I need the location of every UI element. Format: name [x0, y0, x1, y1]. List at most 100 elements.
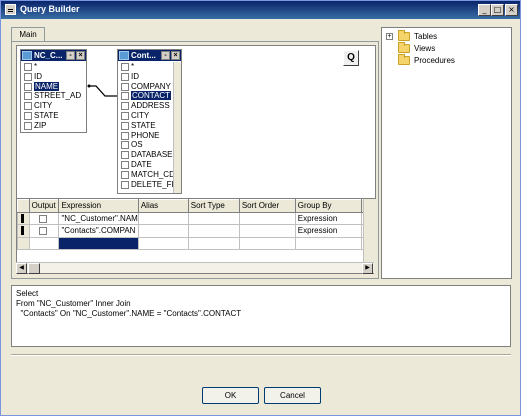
field-checkbox[interactable] [24, 121, 32, 130]
field-checkbox[interactable] [121, 151, 129, 160]
grid-horizontal-scrollbar[interactable]: ◀ ▶ [16, 262, 374, 274]
table-window-title[interactable]: NC_C... - × [21, 50, 86, 61]
ok-button[interactable]: OK [202, 387, 259, 404]
field-checkbox[interactable] [121, 141, 129, 150]
table-minimize-icon[interactable]: - [161, 51, 170, 60]
field-item[interactable]: MATCH_CD [119, 170, 173, 180]
field-item[interactable]: STATE [22, 111, 86, 121]
field-checkbox[interactable] [24, 72, 32, 81]
expression-cell-active[interactable] [58, 236, 139, 250]
field-item[interactable]: ID [22, 72, 86, 82]
field-checkbox[interactable] [121, 160, 129, 169]
sort-order-cell[interactable] [238, 211, 296, 225]
field-item[interactable]: DATE [119, 160, 173, 170]
maximize-button[interactable]: □ [491, 4, 504, 16]
field-checkbox[interactable] [24, 63, 32, 71]
field-item[interactable]: ADDRESS [119, 101, 173, 111]
table-vertical-scrollbar[interactable] [173, 62, 181, 193]
field-item[interactable]: STREET_AD [22, 91, 86, 101]
col-header-expression[interactable]: Expression [58, 199, 139, 213]
output-checkbox[interactable] [38, 214, 47, 223]
close-button[interactable]: × [505, 4, 518, 16]
sort-type-cell[interactable] [187, 236, 240, 250]
expression-cell[interactable]: "NC_Customer".NAM [58, 211, 139, 225]
field-checkbox[interactable] [121, 63, 129, 71]
table-close-icon[interactable]: × [76, 51, 85, 60]
col-header-sort-type[interactable]: Sort Type [187, 199, 240, 213]
expand-icon[interactable]: + [386, 33, 393, 40]
field-item[interactable]: DELETE_FL( [119, 180, 173, 190]
output-cell[interactable] [28, 211, 60, 225]
field-checkbox[interactable] [121, 92, 129, 101]
field-item[interactable]: CITY [22, 101, 86, 111]
field-checkbox[interactable] [24, 102, 32, 111]
table-window-title[interactable]: Cont... - × [118, 50, 181, 61]
scroll-left-button[interactable]: ◀ [16, 263, 27, 274]
title-bar[interactable]: Query Builder _ □ × [1, 1, 520, 19]
col-header-alias[interactable]: Alias [137, 199, 189, 213]
alias-cell[interactable] [137, 224, 189, 238]
diagram-pane[interactable]: Q NC_C... - × * ID NAME STREET_AD CITY S… [16, 45, 376, 199]
sql-text-area[interactable]: Select From "NC_Customer" Inner Join "Con… [11, 285, 511, 347]
col-header-sort-order[interactable]: Sort Order [238, 199, 296, 213]
field-item[interactable]: STATE [119, 121, 173, 131]
field-checkbox[interactable] [121, 82, 129, 91]
sort-order-cell[interactable] [238, 224, 296, 238]
field-checkbox[interactable] [121, 170, 129, 179]
field-item[interactable]: PHONE [119, 131, 173, 141]
alias-cell[interactable] [137, 211, 189, 225]
output-checkbox[interactable] [38, 227, 47, 236]
tree-item-tables[interactable]: + Tables [386, 30, 506, 42]
tab-main[interactable]: Main [11, 27, 45, 42]
field-item-selected[interactable]: NAME [22, 81, 86, 92]
field-checkbox[interactable] [121, 131, 129, 140]
group-by-cell[interactable]: Expression [294, 211, 363, 225]
tree-item-procedures[interactable]: Procedures [386, 54, 506, 66]
table-row[interactable]: "Contacts".COMPAN Expression [17, 224, 373, 238]
scroll-right-button[interactable]: ▶ [362, 263, 373, 274]
table-window-contacts[interactable]: Cont... - × * ID COMPANY CONTACT ADDRESS… [117, 49, 182, 194]
grid-vertical-scrollbar[interactable] [363, 199, 374, 263]
cancel-button[interactable]: Cancel [264, 387, 321, 404]
field-item[interactable]: COMPANY [119, 82, 173, 92]
field-checkbox[interactable] [24, 92, 32, 101]
row-header[interactable] [17, 236, 30, 250]
row-header[interactable] [17, 211, 30, 225]
output-cell[interactable] [28, 224, 60, 238]
table-row[interactable]: "NC_Customer".NAM Expression [17, 211, 373, 225]
sort-order-cell[interactable] [238, 236, 296, 250]
col-header-group-by[interactable]: Group By [294, 199, 363, 213]
minimize-button[interactable]: _ [478, 4, 491, 16]
row-header[interactable] [17, 224, 30, 238]
group-by-cell[interactable]: Expression [294, 224, 363, 238]
object-tree[interactable]: + Tables Views Procedures [381, 27, 512, 279]
tree-item-views[interactable]: Views [386, 42, 506, 54]
output-cell[interactable] [28, 236, 60, 250]
table-row-new[interactable] [17, 236, 373, 250]
field-item[interactable]: * [119, 62, 173, 72]
table-minimize-icon[interactable]: - [66, 51, 75, 60]
field-item[interactable]: ID [119, 72, 173, 82]
group-by-cell[interactable] [294, 236, 363, 250]
field-checkbox[interactable] [24, 82, 32, 91]
sort-type-cell[interactable] [187, 224, 240, 238]
field-checkbox[interactable] [121, 180, 129, 189]
field-item[interactable]: OS [119, 140, 173, 150]
alias-cell[interactable] [137, 236, 189, 250]
query-button[interactable]: Q [343, 50, 359, 66]
field-item-selected[interactable]: CONTACT [119, 91, 173, 101]
table-window-nc-customer[interactable]: NC_C... - × * ID NAME STREET_AD CITY STA… [20, 49, 87, 133]
field-item[interactable]: ZIP [22, 121, 86, 131]
field-item[interactable]: CITY [119, 111, 173, 121]
field-item[interactable]: * [22, 62, 86, 72]
field-checkbox[interactable] [121, 102, 129, 111]
expression-cell[interactable]: "Contacts".COMPAN [58, 224, 139, 238]
field-item[interactable]: DATABASE [119, 150, 173, 160]
field-checkbox[interactable] [121, 111, 129, 120]
field-checkbox[interactable] [121, 121, 129, 130]
field-checkbox[interactable] [121, 72, 129, 81]
sort-type-cell[interactable] [187, 211, 240, 225]
scroll-thumb[interactable] [28, 263, 40, 274]
table-close-icon[interactable]: × [171, 51, 180, 60]
col-header-output[interactable]: Output [28, 199, 60, 213]
